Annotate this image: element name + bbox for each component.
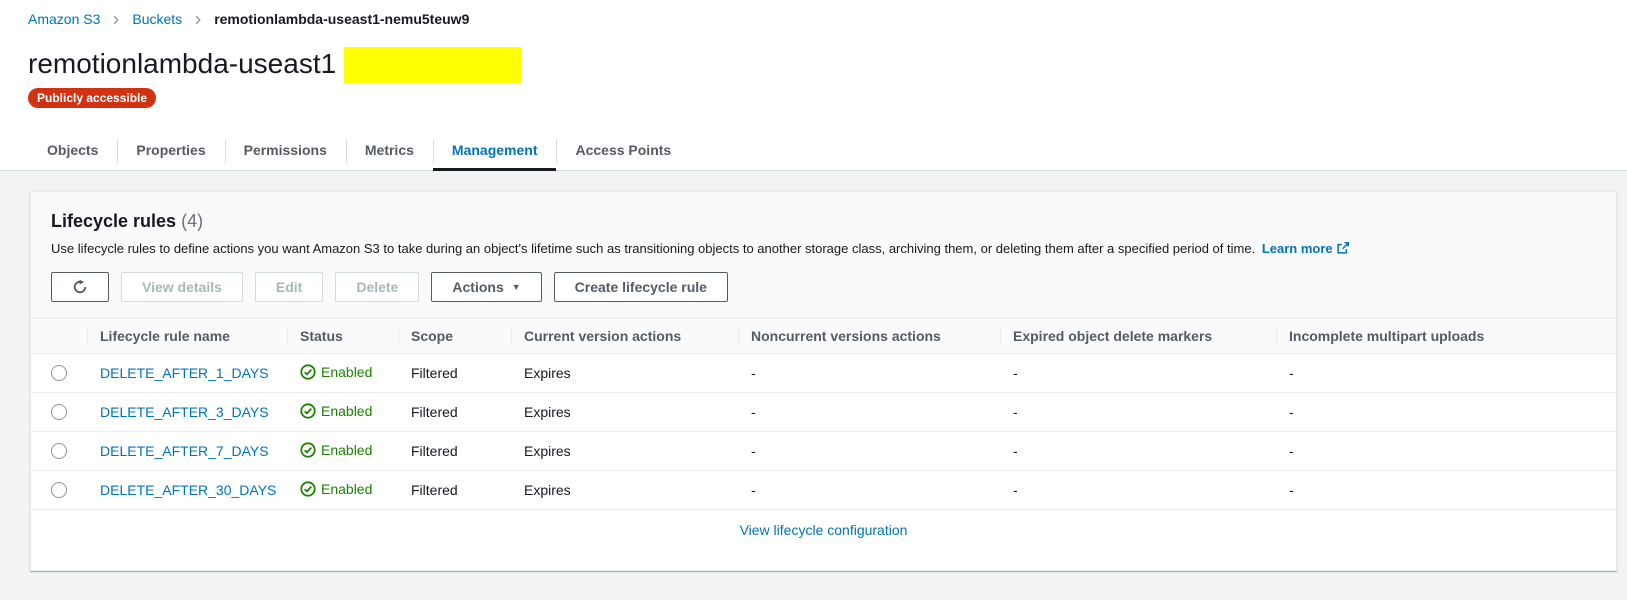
- delete-button[interactable]: Delete: [335, 272, 419, 302]
- current-version-actions-cell: Expires: [511, 482, 738, 498]
- check-circle-icon: [300, 364, 316, 380]
- noncurrent-versions-actions-cell: -: [738, 404, 1000, 420]
- refresh-icon: [72, 279, 88, 295]
- column-header-noncurrent-versions-actions: Noncurrent versions actions: [738, 328, 1000, 344]
- column-header-current-version-actions: Current version actions: [511, 328, 738, 344]
- status-badge: Enabled: [300, 481, 372, 497]
- panel-title: Lifecycle rules(4): [51, 210, 1596, 232]
- incomplete-multipart-uploads-cell: -: [1276, 404, 1616, 420]
- create-lifecycle-rule-button[interactable]: Create lifecycle rule: [554, 272, 728, 302]
- page-header: Amazon S3 Buckets remotionlambda-useast1…: [0, 0, 1627, 171]
- learn-more-link[interactable]: Learn more: [1262, 241, 1333, 256]
- status-text: Enabled: [321, 481, 372, 497]
- panel-title-text: Lifecycle rules: [51, 211, 176, 231]
- rule-name-link[interactable]: DELETE_AFTER_3_DAYS: [100, 404, 269, 420]
- rule-name-link[interactable]: DELETE_AFTER_30_DAYS: [100, 482, 276, 498]
- breadcrumb-current-bucket: remotionlambda-useast1-nemu5teuw9: [214, 10, 469, 29]
- tab-access-points[interactable]: Access Points: [556, 132, 690, 170]
- panel-count: (4): [181, 211, 203, 231]
- view-details-button[interactable]: View details: [121, 272, 243, 302]
- check-circle-icon: [300, 403, 316, 419]
- column-header-rule-name: Lifecycle rule name: [87, 328, 287, 344]
- incomplete-multipart-uploads-cell: -: [1276, 482, 1616, 498]
- status-badge: Enabled: [300, 403, 372, 419]
- breadcrumb-amazon-s3[interactable]: Amazon S3: [28, 10, 100, 29]
- row-radio-button[interactable]: [51, 404, 67, 420]
- toolbar: View details Edit Delete Actions ▼ Creat…: [51, 272, 1596, 302]
- check-circle-icon: [300, 481, 316, 497]
- row-radio-button[interactable]: [51, 443, 67, 459]
- caret-down-icon: ▼: [512, 283, 521, 292]
- column-header-incomplete-multipart-uploads: Incomplete multipart uploads: [1276, 328, 1616, 344]
- rule-name-link[interactable]: DELETE_AFTER_7_DAYS: [100, 443, 269, 459]
- publicly-accessible-badge: Publicly accessible: [28, 88, 156, 108]
- scope-cell: Filtered: [398, 404, 511, 420]
- expired-object-delete-markers-cell: -: [1000, 443, 1276, 459]
- breadcrumb: Amazon S3 Buckets remotionlambda-useast1…: [0, 0, 1627, 29]
- incomplete-multipart-uploads-cell: -: [1276, 443, 1616, 459]
- tab-content: Lifecycle rules(4) Use lifecycle rules t…: [0, 171, 1627, 600]
- breadcrumb-buckets[interactable]: Buckets: [132, 10, 182, 29]
- expired-object-delete-markers-cell: -: [1000, 482, 1276, 498]
- expired-object-delete-markers-cell: -: [1000, 404, 1276, 420]
- panel-description-text: Use lifecycle rules to define actions yo…: [51, 241, 1255, 256]
- external-link-icon: [1337, 241, 1349, 253]
- status-text: Enabled: [321, 403, 372, 419]
- tab-properties[interactable]: Properties: [117, 132, 224, 170]
- chevron-right-icon: [111, 15, 121, 25]
- noncurrent-versions-actions-cell: -: [738, 482, 1000, 498]
- status-text: Enabled: [321, 442, 372, 458]
- status-badge: Enabled: [300, 442, 372, 458]
- current-version-actions-cell: Expires: [511, 404, 738, 420]
- column-header-expired-object-delete-markers: Expired object delete markers: [1000, 328, 1276, 344]
- bucket-tabs: Objects Properties Permissions Metrics M…: [0, 132, 1627, 171]
- view-lifecycle-configuration-link[interactable]: View lifecycle configuration: [740, 522, 908, 538]
- status-badge: Enabled: [300, 364, 372, 380]
- tab-management[interactable]: Management: [433, 132, 557, 170]
- column-header-scope: Scope: [398, 328, 511, 344]
- rule-name-link[interactable]: DELETE_AFTER_1_DAYS: [100, 365, 269, 381]
- edit-button[interactable]: Edit: [255, 272, 323, 302]
- page-title: remotionlambda-useast1: [28, 45, 336, 83]
- table-row: DELETE_AFTER_1_DAYS Enabled Filtered Exp…: [31, 354, 1616, 393]
- chevron-right-icon: [193, 15, 203, 25]
- panel-header: Lifecycle rules(4) Use lifecycle rules t…: [31, 192, 1616, 318]
- expired-object-delete-markers-cell: -: [1000, 365, 1276, 381]
- panel-description: Use lifecycle rules to define actions yo…: [51, 240, 1596, 257]
- table-row: DELETE_AFTER_30_DAYS Enabled Filtered Ex…: [31, 471, 1616, 510]
- table-footer: View lifecycle configuration: [31, 510, 1616, 570]
- redacted-highlight: [344, 47, 521, 83]
- current-version-actions-cell: Expires: [511, 365, 738, 381]
- tab-objects[interactable]: Objects: [28, 132, 117, 170]
- scope-cell: Filtered: [398, 443, 511, 459]
- scope-cell: Filtered: [398, 482, 511, 498]
- table-header: Lifecycle rule name Status Scope Current…: [31, 318, 1616, 354]
- status-text: Enabled: [321, 364, 372, 380]
- actions-dropdown-button[interactable]: Actions ▼: [431, 272, 541, 302]
- incomplete-multipart-uploads-cell: -: [1276, 365, 1616, 381]
- scope-cell: Filtered: [398, 365, 511, 381]
- column-header-status: Status: [287, 328, 398, 344]
- row-radio-button[interactable]: [51, 482, 67, 498]
- refresh-button[interactable]: [51, 272, 109, 302]
- noncurrent-versions-actions-cell: -: [738, 443, 1000, 459]
- noncurrent-versions-actions-cell: -: [738, 365, 1000, 381]
- actions-label: Actions: [452, 279, 503, 295]
- table-row: DELETE_AFTER_7_DAYS Enabled Filtered Exp…: [31, 432, 1616, 471]
- table-row: DELETE_AFTER_3_DAYS Enabled Filtered Exp…: [31, 393, 1616, 432]
- lifecycle-rules-panel: Lifecycle rules(4) Use lifecycle rules t…: [30, 191, 1617, 571]
- check-circle-icon: [300, 442, 316, 458]
- row-radio-button[interactable]: [51, 365, 67, 381]
- tab-permissions[interactable]: Permissions: [225, 132, 346, 170]
- current-version-actions-cell: Expires: [511, 443, 738, 459]
- tab-metrics[interactable]: Metrics: [346, 132, 433, 170]
